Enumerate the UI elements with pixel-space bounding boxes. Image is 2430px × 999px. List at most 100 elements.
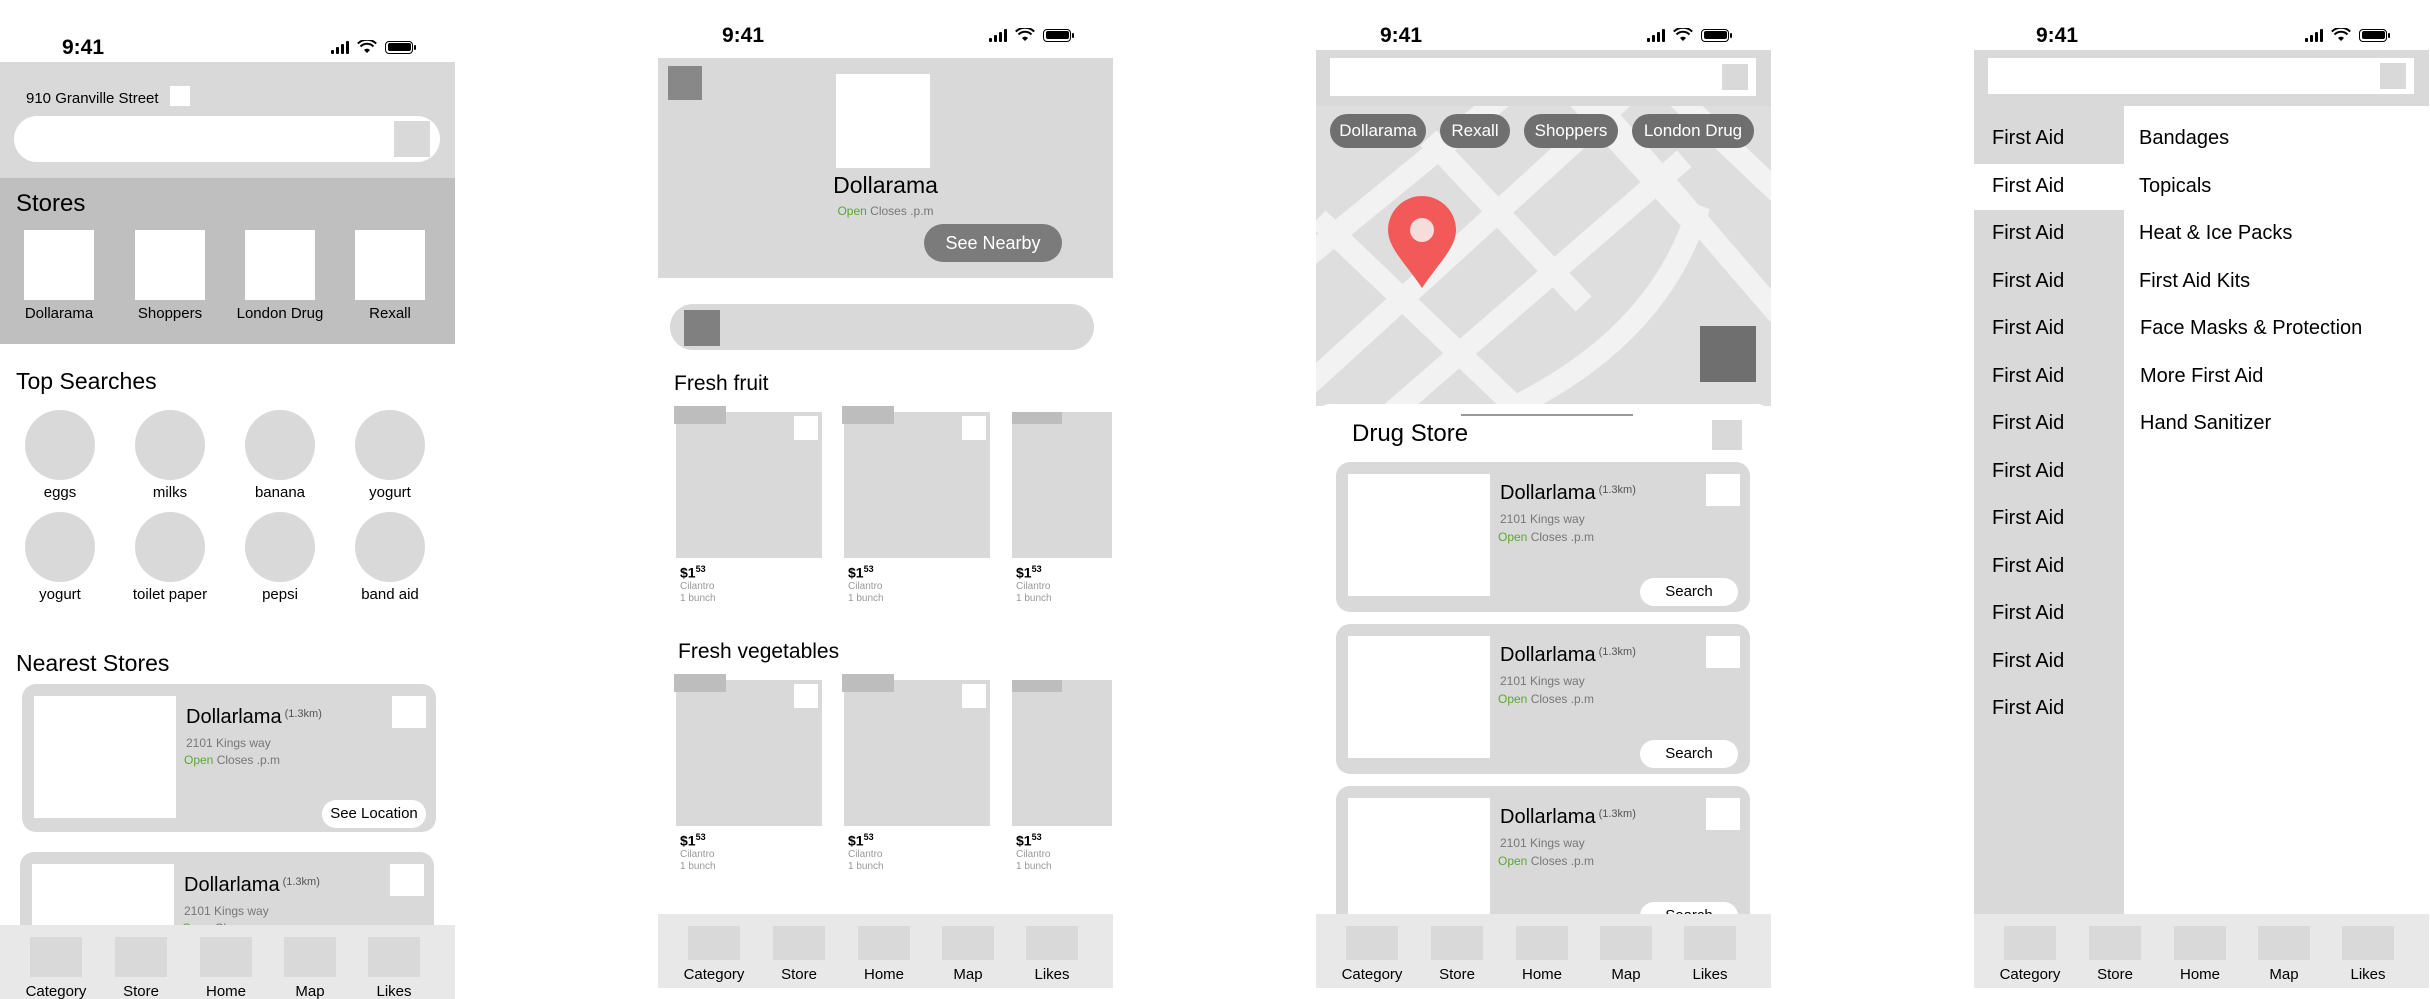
store-logo[interactable] xyxy=(24,230,94,300)
product-card[interactable]: $153 Cilantro 1 bunch xyxy=(674,406,822,605)
sidebar-item-first-aid[interactable]: First Aid xyxy=(1992,507,2064,530)
sidebar-item-first-aid[interactable]: First Aid xyxy=(1992,460,2064,483)
favorite-icon[interactable] xyxy=(390,864,424,896)
heart-icon[interactable] xyxy=(962,416,986,440)
tab-store[interactable]: Store xyxy=(115,937,167,999)
search-icon[interactable] xyxy=(2380,63,2406,89)
tab-category[interactable]: Category xyxy=(1342,926,1402,983)
heart-icon[interactable] xyxy=(962,684,986,708)
closing-time: Closes .p.m xyxy=(1530,530,1595,544)
tab-likes[interactable]: Likes xyxy=(1684,926,1736,983)
product-card[interactable]: $153 Cilantro 1 bunch xyxy=(842,406,990,605)
sidebar-item-first-aid[interactable]: First Aid xyxy=(1992,365,2064,388)
store-thumbnail xyxy=(1348,474,1490,596)
see-location-button[interactable]: See Location xyxy=(322,800,426,828)
delivery-address[interactable]: 910 Granville Street xyxy=(26,90,159,107)
product-card[interactable]: $153 Cilantro 1 bunch xyxy=(842,674,990,873)
store-card[interactable]: Dollarlama(1.3km) 2101 Kings way Open Cl… xyxy=(1336,624,1750,774)
favorite-icon[interactable] xyxy=(1706,636,1740,668)
subcategory-item[interactable]: Face Masks & Protection xyxy=(2140,317,2362,340)
favorite-icon[interactable] xyxy=(1706,474,1740,506)
subcategory-item[interactable]: Hand Sanitizer xyxy=(2140,412,2271,435)
signal-icon xyxy=(2305,28,2323,42)
search-suggestion[interactable] xyxy=(25,410,95,480)
sidebar-item-first-aid[interactable]: First Aid xyxy=(1992,555,2064,578)
favorite-icon[interactable] xyxy=(1706,798,1740,830)
search-label: toilet paper xyxy=(132,586,208,603)
store-logo[interactable] xyxy=(135,230,205,300)
subcategory-item[interactable]: Topicals xyxy=(2139,175,2211,198)
subcategory-item[interactable]: Bandages xyxy=(2139,127,2229,150)
sidebar-item-first-aid[interactable]: First Aid xyxy=(1992,270,2064,293)
subcategory-item[interactable]: Heat & Ice Packs xyxy=(2139,222,2292,245)
tab-likes[interactable]: Likes xyxy=(2342,926,2394,983)
tab-category[interactable]: Category xyxy=(684,926,744,983)
tab-likes[interactable]: Likes xyxy=(368,937,420,999)
search-suggestion[interactable] xyxy=(355,512,425,582)
home-icon xyxy=(858,926,910,960)
heart-icon[interactable] xyxy=(794,416,818,440)
search-suggestion[interactable] xyxy=(135,410,205,480)
search-icon[interactable] xyxy=(684,310,720,346)
tab-likes[interactable]: Likes xyxy=(1026,926,1078,983)
product-card[interactable]: $153 Cilantro 1 bunch xyxy=(674,674,822,873)
tab-map[interactable]: Map xyxy=(1600,926,1652,983)
sidebar-item-first-aid[interactable]: First Aid xyxy=(1992,127,2064,150)
sidebar-item-first-aid[interactable]: First Aid xyxy=(1992,175,2064,198)
tab-category[interactable]: Category xyxy=(26,937,86,999)
category-icon xyxy=(2004,926,2056,960)
sidebar-item-first-aid[interactable]: First Aid xyxy=(1992,412,2064,435)
favorite-icon[interactable] xyxy=(392,696,426,728)
search-button[interactable]: Search xyxy=(1640,578,1738,606)
store-logo[interactable] xyxy=(355,230,425,300)
subcategory-item[interactable]: More First Aid xyxy=(2140,365,2263,388)
store-card[interactable]: Dollarlama(1.3km) 2101 Kings way Open Cl… xyxy=(22,684,436,832)
store-search-input[interactable] xyxy=(670,304,1094,350)
tab-home[interactable]: Home xyxy=(200,937,252,999)
tab-home[interactable]: Home xyxy=(1516,926,1568,983)
tab-map[interactable]: Map xyxy=(2258,926,2310,983)
search-icon[interactable] xyxy=(1722,64,1748,90)
subcategory-item[interactable]: First Aid Kits xyxy=(2139,270,2250,293)
search-suggestion[interactable] xyxy=(245,410,315,480)
back-icon[interactable] xyxy=(668,66,702,100)
heart-icon[interactable] xyxy=(794,684,818,708)
tab-map[interactable]: Map xyxy=(284,937,336,999)
store-logo[interactable] xyxy=(245,230,315,300)
search-suggestion[interactable] xyxy=(245,512,315,582)
sidebar-item-first-aid[interactable]: First Aid xyxy=(1992,602,2064,625)
search-icon[interactable] xyxy=(394,121,430,157)
tab-store[interactable]: Store xyxy=(2089,926,2141,983)
tab-category[interactable]: Category xyxy=(2000,926,2060,983)
map-icon xyxy=(284,937,336,977)
tab-map[interactable]: Map xyxy=(942,926,994,983)
product-card[interactable]: $153 Cilantro 1 bunch xyxy=(1012,412,1112,605)
sheet-handle[interactable] xyxy=(1461,414,1633,416)
product-card[interactable]: $153 Cilantro 1 bunch xyxy=(1012,680,1112,873)
store-card[interactable]: Dollarlama(1.3km) 2101 Kings way Open Cl… xyxy=(1336,462,1750,612)
search-suggestion[interactable] xyxy=(355,410,425,480)
search-suggestion[interactable] xyxy=(135,512,205,582)
sidebar-item-first-aid[interactable]: First Aid xyxy=(1992,697,2064,720)
sidebar-item-first-aid[interactable]: First Aid xyxy=(1992,222,2064,245)
filter-chip[interactable]: London Drug xyxy=(1632,114,1754,148)
location-pin-icon[interactable] xyxy=(1386,196,1458,288)
filter-icon[interactable] xyxy=(1712,420,1742,450)
filter-chip[interactable]: Rexall xyxy=(1440,114,1510,148)
tab-home[interactable]: Home xyxy=(2174,926,2226,983)
tab-store[interactable]: Store xyxy=(1431,926,1483,983)
tab-store[interactable]: Store xyxy=(773,926,825,983)
tab-home[interactable]: Home xyxy=(858,926,910,983)
filter-chip[interactable]: Shoppers xyxy=(1524,114,1618,148)
search-button[interactable]: Search xyxy=(1640,740,1738,768)
filter-chip[interactable]: Dollarama xyxy=(1330,114,1426,148)
sidebar-item-first-aid[interactable]: First Aid xyxy=(1992,650,2064,673)
search-suggestion[interactable] xyxy=(25,512,95,582)
chevron-down-icon[interactable] xyxy=(170,86,190,106)
map-search-input[interactable] xyxy=(1330,58,1756,96)
sidebar-item-first-aid[interactable]: First Aid xyxy=(1992,317,2064,340)
category-search-input[interactable] xyxy=(1988,58,2414,94)
see-nearby-button[interactable]: See Nearby xyxy=(924,224,1062,262)
locate-me-button[interactable] xyxy=(1700,326,1756,382)
search-input[interactable] xyxy=(14,116,440,162)
